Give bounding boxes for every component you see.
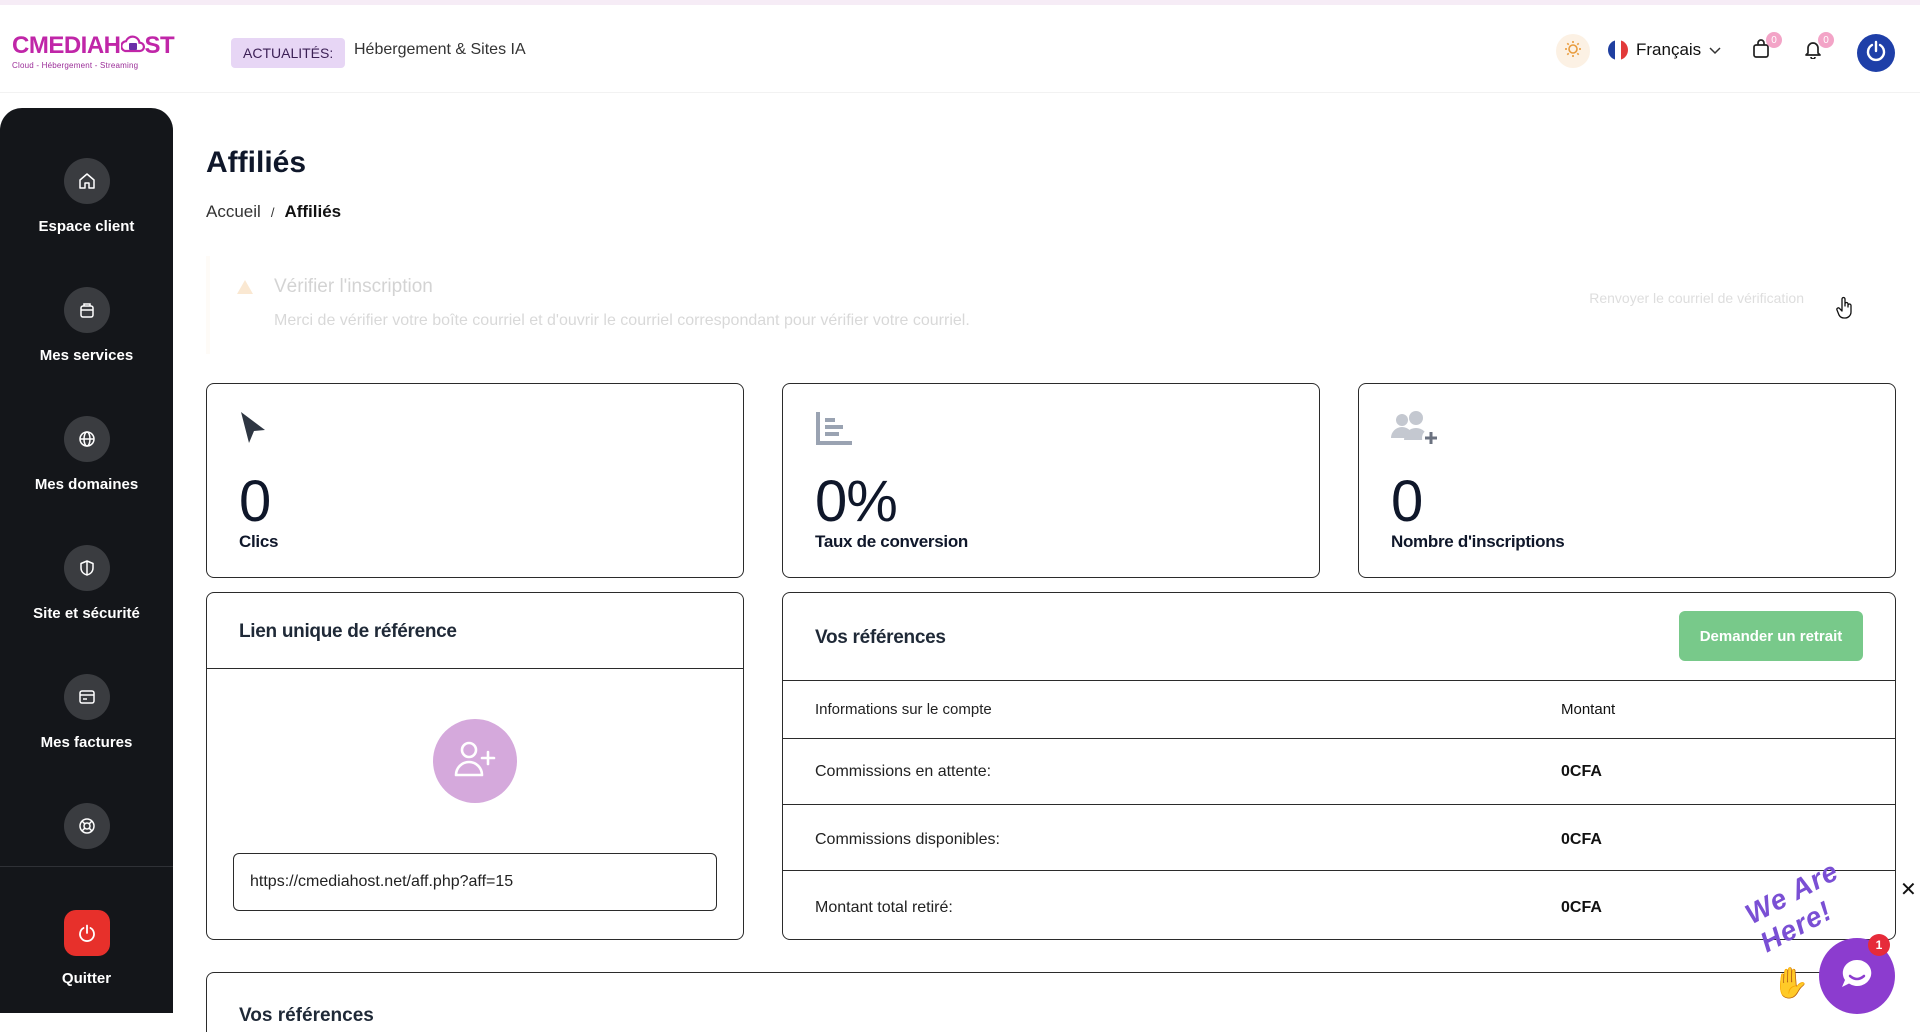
- resend-verification-link[interactable]: Renvoyer le courriel de vérification: [1589, 290, 1804, 306]
- language-label: Français: [1636, 40, 1702, 59]
- card-title: Lien unique de référence: [239, 621, 457, 642]
- card-title: Vos références: [239, 1005, 374, 1026]
- table-row: Commissions en attente: 0CFA: [783, 739, 1895, 805]
- stat-label: Clics: [239, 532, 279, 551]
- sidebar-item-mes-domaines[interactable]: Mes domaines: [0, 416, 173, 493]
- power-icon: [1865, 40, 1887, 67]
- language-selector[interactable]: Français: [1608, 40, 1721, 60]
- stat-value: 0: [1391, 469, 1423, 534]
- references-card: Vos références Demander un retrait Infor…: [782, 592, 1896, 940]
- cloud-logo-icon: [119, 34, 145, 56]
- news-badge: ACTUALITÉS:: [231, 38, 346, 68]
- bar-chart-icon: [815, 410, 853, 451]
- stat-value: 0%: [815, 469, 898, 534]
- breadcrumb-home[interactable]: Accueil: [206, 202, 261, 222]
- news-ticker-text[interactable]: Hébergement & Sites IA: [354, 41, 526, 59]
- verify-email-alert: Vérifier l'inscription Merci de vérifier…: [206, 256, 1894, 354]
- add-user-avatar: [433, 719, 517, 803]
- row-label: Montant total retiré:: [815, 899, 953, 916]
- france-flag-icon: [1608, 40, 1628, 60]
- logo-tagline: Cloud - Hébergement - Streaming: [12, 61, 139, 70]
- waving-hand-icon: ✋: [1772, 967, 1810, 1000]
- warning-icon: [236, 278, 254, 296]
- chevron-down-icon: [1709, 40, 1721, 60]
- column-header-amount: Montant: [1561, 701, 1616, 718]
- chat-bubble-icon: [1837, 954, 1877, 999]
- breadcrumb: Accueil / Affiliés: [206, 202, 341, 222]
- notification-count-badge: 0: [1818, 32, 1834, 48]
- home-icon: [63, 158, 110, 204]
- user-plus-icon: [453, 739, 497, 784]
- cart-button[interactable]: 0: [1748, 32, 1782, 64]
- stat-label: Nombre d'inscriptions: [1391, 532, 1565, 551]
- stat-card-conversion: 0% Taux de conversion: [782, 383, 1320, 578]
- sidebar-quit[interactable]: Quitter: [0, 910, 173, 987]
- box-icon: [63, 287, 110, 333]
- sidebar-item-support[interactable]: [0, 803, 173, 849]
- row-amount: 0CFA: [1561, 831, 1602, 848]
- page-title: Affiliés: [206, 146, 307, 179]
- sidebar-item-label: Espace client: [38, 218, 135, 235]
- withdraw-request-button[interactable]: Demander un retrait: [1679, 611, 1863, 661]
- sidebar-item-mes-factures[interactable]: Mes factures: [0, 674, 173, 751]
- invoice-icon: [63, 674, 110, 720]
- chat-unread-badge: 1: [1868, 934, 1890, 956]
- shield-icon: [63, 545, 110, 591]
- sidebar-item-label: Mes services: [39, 347, 134, 364]
- breadcrumb-separator: /: [270, 204, 275, 220]
- stat-value: 0: [239, 469, 271, 534]
- card-header: Lien unique de référence: [207, 593, 743, 669]
- referral-url-field[interactable]: https://cmediahost.net/aff.php?aff=15: [233, 853, 717, 911]
- referral-link-card: Lien unique de référence https://cmediah…: [206, 592, 744, 940]
- table-header-row: Informations sur le compte Montant: [783, 681, 1895, 739]
- row-label: Commissions en attente:: [815, 763, 992, 780]
- lifebuoy-icon: [63, 803, 110, 849]
- stat-label: Taux de conversion: [815, 532, 968, 551]
- theme-toggle-button[interactable]: [1556, 34, 1590, 68]
- row-amount: 0CFA: [1561, 763, 1602, 780]
- notifications-button[interactable]: 0: [1800, 32, 1834, 64]
- power-icon: [63, 910, 110, 956]
- sidebar-item-label: Mes domaines: [34, 476, 139, 493]
- sun-icon: [1564, 40, 1582, 63]
- globe-icon: [63, 416, 110, 462]
- table-row: Commissions disponibles: 0CFA: [783, 805, 1895, 871]
- breadcrumb-current: Affiliés: [284, 202, 342, 221]
- hand-cursor-icon: [1835, 296, 1855, 325]
- column-header-account: Informations sur le compte: [815, 701, 992, 718]
- quit-label: Quitter: [61, 970, 112, 987]
- logo-wordmark: CMEDIAH ST: [12, 32, 175, 59]
- sidebar-item-label: Mes factures: [40, 734, 133, 751]
- row-label: Commissions disponibles:: [815, 831, 1000, 848]
- chat-close-button[interactable]: ✕: [1900, 877, 1917, 902]
- logo[interactable]: CMEDIAH ST Cloud - Hébergement - Streamin…: [12, 31, 175, 70]
- stat-card-clicks: 0 Clics: [206, 383, 744, 578]
- table-row: Montant total retiré: 0CFA: [783, 871, 1895, 939]
- top-header: CMEDIAH ST Cloud - Hébergement - Streamin…: [0, 5, 1920, 93]
- alert-text: Merci de vérifier votre boîte courriel e…: [274, 312, 970, 329]
- references-list-card: Vos références: [206, 972, 1894, 1032]
- card-header: Vos références Demander un retrait: [783, 593, 1895, 681]
- row-amount: 0CFA: [1561, 899, 1602, 916]
- cursor-icon: [239, 410, 267, 451]
- card-title: Vos références: [815, 627, 946, 648]
- alert-title: Vérifier l'inscription: [274, 276, 433, 297]
- stat-card-signups: 0 Nombre d'inscriptions: [1358, 383, 1896, 578]
- sidebar: Espace client Mes services Mes domaines …: [0, 108, 173, 1013]
- sidebar-divider: [0, 866, 173, 867]
- sidebar-item-site-securite[interactable]: Site et sécurité: [0, 545, 173, 622]
- sidebar-item-label: Site et sécurité: [33, 605, 140, 622]
- sidebar-item-espace-client[interactable]: Espace client: [0, 158, 173, 235]
- cart-count-badge: 0: [1766, 32, 1782, 48]
- users-plus-icon: [1391, 410, 1441, 455]
- sidebar-item-mes-services[interactable]: Mes services: [0, 287, 173, 364]
- account-power-button[interactable]: [1857, 34, 1895, 72]
